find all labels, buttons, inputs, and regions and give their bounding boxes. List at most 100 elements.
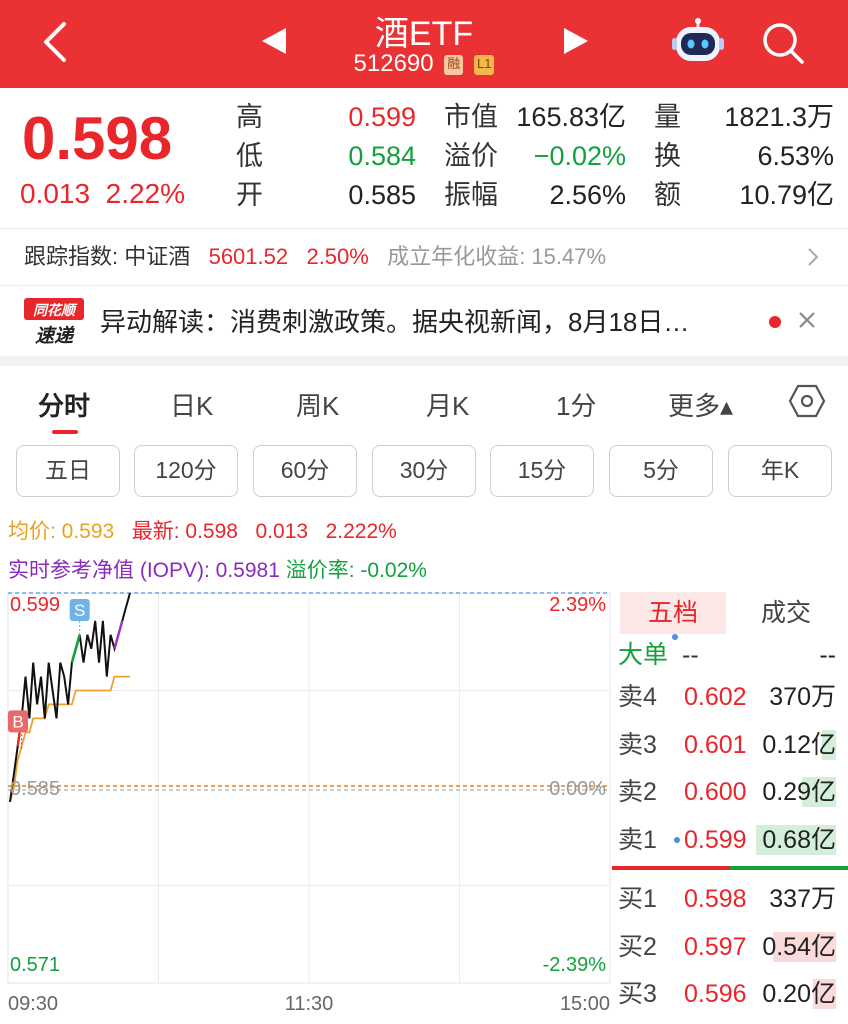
open-value: 0.585 bbox=[348, 180, 416, 210]
tracking-index-pct: 2.50% bbox=[306, 244, 369, 269]
period-button-60min[interactable]: 60分 bbox=[253, 445, 357, 497]
y-tick-zero-pct: 0.00% bbox=[549, 778, 606, 800]
current-price-dot-icon bbox=[674, 836, 680, 843]
y-tick-high-pct: 2.39% bbox=[549, 594, 606, 616]
high-label: 高 bbox=[236, 102, 263, 132]
last-price: 0.598 bbox=[22, 105, 173, 172]
level-label: 买2 bbox=[618, 932, 657, 961]
chart-tabs: 分时 日K 周K 月K 1分 更多▴ bbox=[0, 366, 848, 436]
period-button-30min[interactable]: 30分 bbox=[372, 445, 476, 497]
robot-assistant-icon[interactable] bbox=[672, 18, 724, 66]
low-value: 0.584 bbox=[348, 141, 416, 171]
chart-info-line: 均价: 0.593 最新: 0.598 0.013 2.222% bbox=[8, 515, 397, 545]
y-tick-low-pct: -2.39% bbox=[543, 954, 607, 976]
quote-values-col1: 0.599 0.584 0.585 bbox=[344, 98, 416, 215]
level-volume: 0.20亿 bbox=[762, 980, 836, 1008]
tracking-index-value: 5601.52 bbox=[208, 244, 289, 269]
level-label: 买1 bbox=[618, 885, 657, 913]
avg-price-label: 均价: 0.593 bbox=[8, 520, 115, 543]
level-volume: 0.12亿 bbox=[762, 730, 836, 759]
amount-label: 额 bbox=[654, 180, 681, 210]
news-banner[interactable]: 同花顺 速递 异动解读：消费刺激政策。据央视新闻，8月18日… bbox=[0, 286, 848, 356]
tab-monthly-k[interactable]: 月K bbox=[426, 386, 469, 423]
price-segment-purple bbox=[113, 620, 124, 650]
intraday-chart[interactable]: B S 0.599 0.585 0.571 2.39% 0.00% -2.39% 09:30 11… bbox=[0, 585, 612, 1024]
tab-more[interactable]: 更多▴ bbox=[668, 386, 733, 423]
x-tick-close: 15:00 bbox=[560, 993, 610, 1015]
y-tick-prev-close: 0.585 bbox=[10, 778, 60, 800]
latest-change: 0.013 bbox=[255, 520, 309, 543]
annual-return-label: 成立年化收益: 15.47% bbox=[387, 244, 607, 269]
next-stock-icon[interactable] bbox=[564, 28, 588, 54]
buy-level-row: 买2 0.597 0.54亿 bbox=[612, 924, 848, 970]
tab-daily-k[interactable]: 日K bbox=[170, 386, 213, 423]
period-button-120min[interactable]: 120分 bbox=[134, 445, 238, 497]
sell-level-row: 卖2 0.600 0.29亿 bbox=[612, 769, 848, 815]
price-line bbox=[9, 592, 131, 803]
period-button-5min[interactable]: 5分 bbox=[609, 445, 713, 497]
sell-marker-label: S bbox=[74, 601, 85, 620]
buy-marker-label: B bbox=[12, 712, 23, 731]
level-price: 0.596 bbox=[684, 980, 747, 1008]
tab-five-levels[interactable]: 五档 bbox=[620, 592, 726, 634]
level-volume: 0.54亿 bbox=[762, 932, 836, 961]
change-percent: 2.22% bbox=[105, 178, 186, 209]
section-gap bbox=[0, 356, 848, 366]
chevron-right-icon bbox=[808, 248, 819, 266]
volume-label: 量 bbox=[654, 102, 681, 132]
level-volume: -- bbox=[819, 641, 836, 669]
logo-top-text: 同花顺 bbox=[33, 302, 78, 319]
y-tick-low: 0.571 bbox=[10, 954, 60, 976]
level-price: 0.600 bbox=[684, 778, 747, 806]
tonghuashun-express-logo-icon: 同花顺 速递 bbox=[24, 298, 84, 347]
level-price: 0.599 bbox=[684, 825, 747, 854]
turnover-value: 6.53% bbox=[757, 141, 834, 171]
market-cap-label: 市值 bbox=[444, 102, 498, 132]
price-change: 0.013 2.22% bbox=[20, 178, 185, 210]
order-book: 五档 成交 大单 -- -- 卖4 0.602 370万 卖3 0.601 0.12亿卖2 0.6… bbox=[612, 590, 848, 1024]
level-volume: 0.68亿 bbox=[762, 825, 836, 854]
stock-code: 512690 bbox=[353, 50, 434, 77]
app-header: 酒ETF 512690 融 L1 bbox=[0, 0, 848, 88]
quote-values-col3: 1821.3万 6.53% 10.79亿 bbox=[700, 98, 834, 215]
x-tick-open: 09:30 bbox=[8, 993, 58, 1015]
low-label: 低 bbox=[236, 141, 263, 171]
buy-level-row: 买1 0.598 337万 bbox=[612, 876, 848, 922]
logo-bottom-text: 速递 bbox=[35, 325, 75, 347]
level-label: 买3 bbox=[618, 980, 657, 1008]
tab-trades[interactable]: 成交 bbox=[736, 592, 836, 634]
quote-labels-col2: 市值 溢价 振幅 bbox=[444, 98, 498, 215]
tab-weekly-k[interactable]: 周K bbox=[296, 386, 339, 423]
margin-tag: 融 bbox=[444, 55, 464, 75]
sell-level-row: 卖4 0.602 370万 bbox=[612, 674, 848, 720]
level-label: 大单 bbox=[618, 641, 669, 669]
premium-rate-label: 溢价率: -0.02% bbox=[285, 559, 427, 582]
level-label: 卖4 bbox=[618, 683, 657, 711]
period-button-5day[interactable]: 五日 bbox=[16, 445, 120, 497]
big-order-row: 大单 -- -- bbox=[612, 632, 848, 678]
iopv-label: 实时参考净值 (IOPV): 0.5981 bbox=[8, 559, 280, 582]
latest-pct: 2.222% bbox=[325, 520, 397, 543]
tracking-index-label: 跟踪指数: 中证酒 bbox=[24, 244, 191, 269]
settings-hexagon-icon[interactable] bbox=[788, 384, 826, 418]
iopv-line: 实时参考净值 (IOPV): 0.5981 溢价率: -0.02% bbox=[8, 554, 427, 584]
amplitude-label: 振幅 bbox=[444, 180, 498, 210]
buy-level-row: 买3 0.596 0.20亿 bbox=[612, 971, 848, 1017]
tab-intraday[interactable]: 分时 bbox=[38, 386, 90, 423]
level-volume: 370万 bbox=[769, 683, 836, 711]
period-button-year-k[interactable]: 年K bbox=[728, 445, 832, 497]
sell-level-row: 卖3 0.601 0.12亿 bbox=[612, 722, 848, 768]
level-price: -- bbox=[682, 641, 699, 669]
premium-value: −0.02% bbox=[533, 141, 626, 171]
tracking-index-row[interactable]: 跟踪指数: 中证酒 5601.52 2.50% 成立年化收益: 15.47% bbox=[0, 229, 848, 285]
period-button-15min[interactable]: 15分 bbox=[490, 445, 594, 497]
unread-dot-icon bbox=[769, 316, 781, 328]
y-tick-high: 0.599 bbox=[10, 594, 60, 616]
level-price: 0.597 bbox=[684, 932, 747, 961]
level-label: 卖1 bbox=[618, 825, 657, 854]
close-icon[interactable] bbox=[795, 308, 819, 332]
level-label: 卖2 bbox=[618, 778, 657, 806]
news-text: 异动解读：消费刺激政策。据央视新闻，8月18日… bbox=[100, 307, 690, 337]
tab-1min[interactable]: 1分 bbox=[556, 386, 596, 423]
search-icon[interactable] bbox=[760, 20, 806, 66]
